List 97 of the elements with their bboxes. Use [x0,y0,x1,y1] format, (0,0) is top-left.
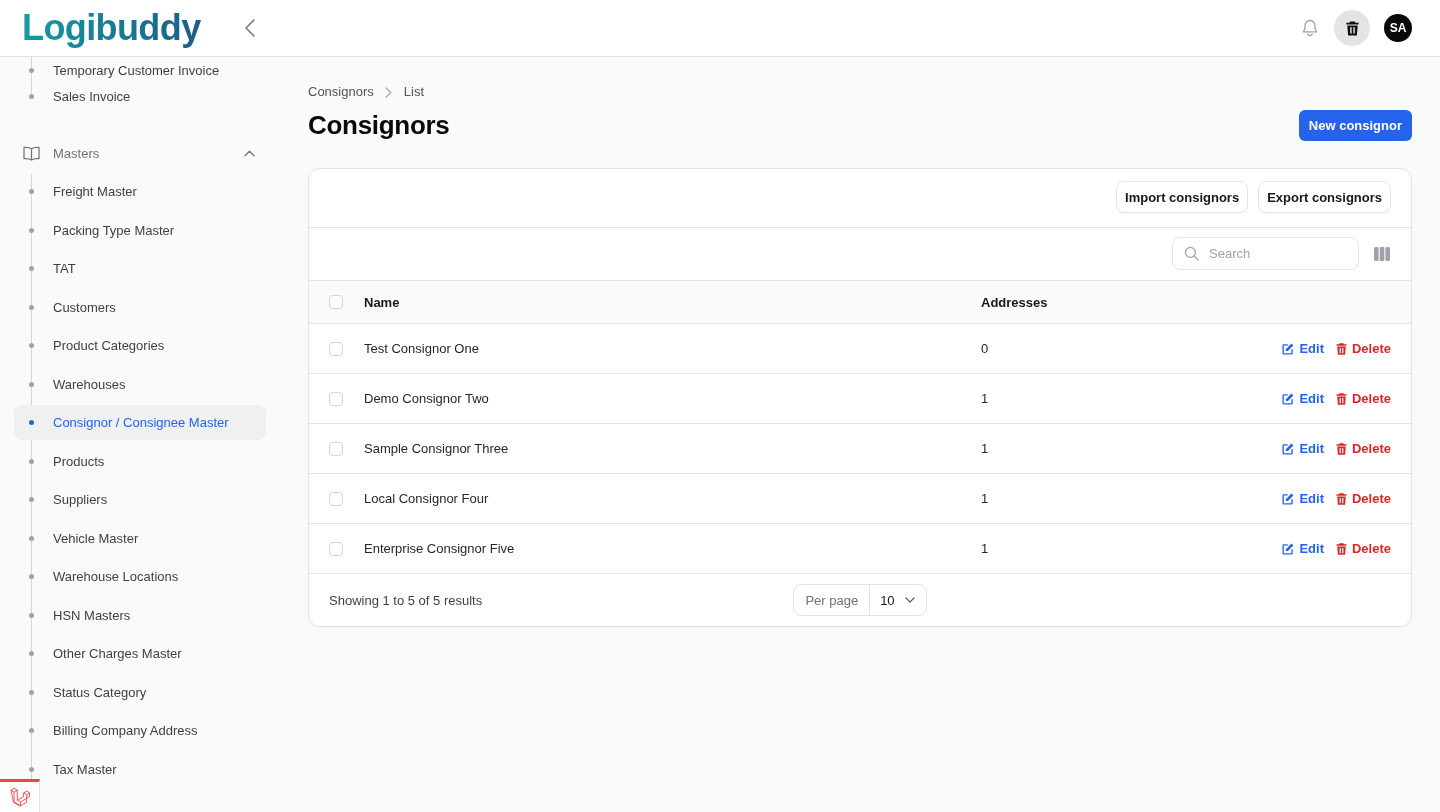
table-cell: Test Consignor One [364,341,479,356]
sidebar-item[interactable]: Vehicle Master [14,520,266,556]
table-cell: 1 [981,391,989,406]
bullet-dot-icon [28,728,34,733]
book-icon [23,146,40,161]
bullet-dot-icon [28,93,34,99]
bullet-dot-icon [28,420,34,425]
bullet-dot-icon [28,227,34,233]
table-cell: Enterprise Consignor Five [364,541,515,556]
bullet-dot-icon [28,766,34,772]
pencil-square-icon [1282,392,1295,405]
sidebar-item[interactable]: Status Category [14,674,266,710]
bullet-dot-icon [28,343,34,348]
sidebar-item[interactable]: Temporary Customer Invoice [14,58,266,82]
trash-icon [1335,492,1347,505]
bullet-dot-icon [28,304,34,310]
row-checkbox[interactable] [329,491,343,506]
user-avatar[interactable]: SA [1384,14,1412,42]
sidebar-item[interactable]: Warehouses [14,366,266,402]
page-title: Consignors [308,109,450,141]
table-cell: Local Consignor Four [364,491,489,506]
header-action-button[interactable]: Import consignors [1116,181,1249,213]
column-header: Name [364,294,400,310]
sidebar-item[interactable]: Suppliers [14,482,266,517]
chevron-left-icon[interactable] [245,19,255,37]
bullet-dot-icon [28,497,34,502]
bullet-dot-icon [28,535,34,541]
bullet-dot-icon [28,67,34,73]
sidebar-item[interactable]: Consignor / Consignee Master [14,405,266,440]
bullet-dot-icon [28,651,34,656]
row-checkbox[interactable] [329,441,343,456]
select-all-checkbox[interactable] [329,295,343,309]
chevron-down-icon [904,597,915,603]
sidebar-item[interactable]: HSN Masters [14,597,266,633]
columns-icon[interactable] [1374,246,1390,261]
edit-button[interactable]: Edit [1282,491,1324,506]
sidebar-item[interactable]: Packing Type Master [14,212,266,248]
trash-icon [1335,392,1347,405]
results-summary: Showing 1 to 5 of 5 results [329,592,483,608]
row-checkbox[interactable] [329,541,343,556]
bullet-dot-icon [28,266,34,271]
pencil-square-icon [1282,492,1295,505]
sidebar-item[interactable]: Product Categories [14,328,266,363]
bullet-dot-icon [28,689,34,695]
delete-button[interactable]: Delete [1335,341,1391,356]
delete-button[interactable]: Delete [1335,391,1391,406]
chevron-right-icon [384,86,392,98]
delete-button[interactable]: Delete [1335,491,1391,506]
delete-button[interactable]: Delete [1335,441,1391,456]
sidebar-item[interactable]: Freight Master [14,174,266,209]
column-header: Addresses [981,294,1048,310]
edit-button[interactable]: Edit [1282,441,1324,456]
bullet-dot-icon [28,381,34,387]
delete-button[interactable]: Delete [1335,541,1391,556]
trash-icon [1335,442,1347,455]
sidebar-item[interactable]: Billing Company Address [14,713,266,748]
edit-button[interactable]: Edit [1282,341,1324,356]
table-cell: Demo Consignor Two [364,391,489,406]
table-cell: 0 [981,341,989,356]
new-consignor-button[interactable]: New consignor [1298,109,1412,141]
pencil-square-icon [1282,342,1295,355]
sidebar-item[interactable]: Other Charges Master [14,636,266,671]
pencil-square-icon [1282,442,1295,455]
trash-icon [1345,20,1359,36]
bell-icon[interactable] [1300,18,1320,38]
row-checkbox[interactable] [329,341,343,356]
table-cell: 1 [981,541,989,556]
sidebar-item[interactable]: Sales Invoice [14,84,266,108]
bullet-dot-icon [28,574,34,579]
bullet-dot-icon [28,458,34,464]
search-icon [1184,246,1199,261]
bullet-dot-icon [28,612,34,618]
row-checkbox[interactable] [329,391,343,406]
sidebar-group-header[interactable]: Masters [14,136,266,171]
edit-button[interactable]: Edit [1282,541,1324,556]
table-cell: 1 [981,491,989,506]
search-field[interactable]: Search [1172,237,1359,270]
sidebar-item[interactable]: Products [14,443,266,479]
breadcrumb-link[interactable]: Consignors [308,84,374,100]
sidebar-item[interactable]: Warehouse Locations [14,559,266,594]
corner-button[interactable] [0,779,40,812]
cubes-icon [9,787,30,807]
table-cell: Sample Consignor Three [364,441,509,456]
header-action-button[interactable]: Export consignors [1258,181,1391,213]
per-page-label: Per page [794,585,871,615]
trash-icon [1335,542,1347,555]
sidebar-item[interactable]: Customers [14,289,266,325]
per-page-select[interactable]: 10 [870,585,926,615]
chevron-up-icon [244,150,255,157]
edit-button[interactable]: Edit [1282,391,1324,406]
table-cell: 1 [981,441,989,456]
breadcrumb-current: List [403,84,424,100]
bullet-dot-icon [28,189,34,194]
trash-button[interactable] [1334,10,1370,46]
pencil-square-icon [1282,542,1295,555]
sidebar-item[interactable]: TAT [14,251,266,286]
trash-icon [1335,342,1347,355]
